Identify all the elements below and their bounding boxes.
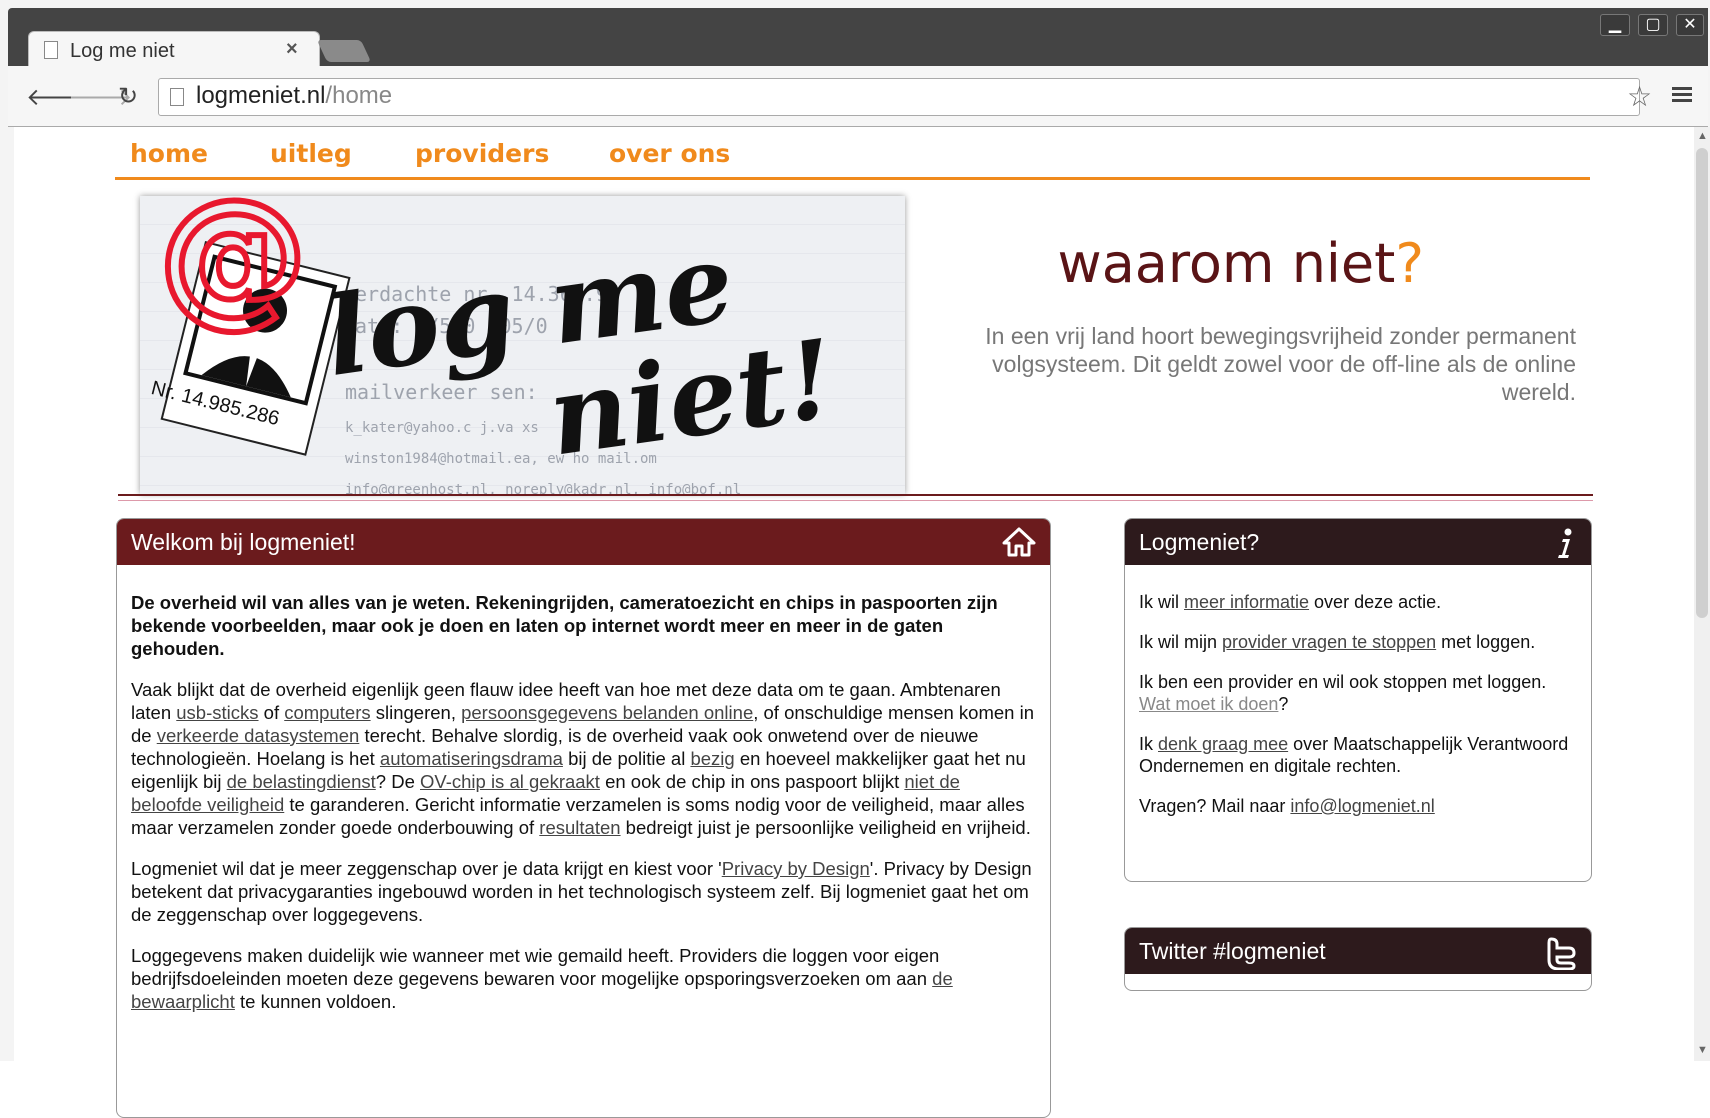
link-bezig[interactable]: bezig [690, 748, 734, 769]
site-nav: home uitleg providers over ons [115, 127, 1590, 180]
tab-close-icon[interactable]: × [286, 38, 298, 61]
side-item: Vragen? Mail naar info@logmeniet.nl [1139, 796, 1435, 816]
nav-over-ons[interactable]: over ons [609, 139, 730, 168]
reload-button[interactable]: ↻ [113, 82, 143, 111]
intro-text: De overheid wil van alles van je weten. … [131, 592, 998, 659]
link-denk-graag-mee[interactable]: denk graag mee [1158, 734, 1288, 754]
side-item: Ik wil meer informatie over deze actie. [1139, 592, 1442, 612]
side-item: Ik wil mijn provider vragen te stoppen m… [1139, 632, 1536, 652]
link-ov-chip[interactable]: OV-chip is al gekraakt [420, 771, 600, 792]
paragraph: Vaak blijkt dat de overheid eigenlijk ge… [131, 679, 1034, 838]
close-window-button[interactable]: ✕ [1676, 14, 1704, 36]
twitter-panel-header: Twitter #logmeniet [1125, 928, 1591, 974]
twitter-panel-title: Twitter #logmeniet [1139, 938, 1326, 964]
logmeniet-panel-title: Logmeniet? [1139, 529, 1260, 555]
bookmark-star-icon[interactable]: ☆ [1627, 80, 1652, 113]
side-item: Ik ben een provider en wil ook stoppen m… [1139, 672, 1547, 714]
url-path: /home [325, 82, 393, 109]
maximize-button[interactable]: ▢ [1638, 14, 1668, 36]
nav-providers[interactable]: providers [415, 139, 549, 168]
link-resultaten[interactable]: resultaten [539, 817, 620, 838]
side-item: Ik denk graag mee over Maatschappelijk V… [1139, 734, 1569, 776]
link-email[interactable]: info@logmeniet.nl [1290, 796, 1434, 816]
scroll-up-icon[interactable]: ▲ [1697, 130, 1708, 142]
welcome-panel-title: Welkom bij logmeniet! [131, 529, 356, 555]
minimize-button[interactable]: ▁ [1600, 14, 1630, 36]
menu-icon[interactable] [1672, 84, 1692, 105]
logo-graphic: @ Nr. 14.985.286 log me niet! [149, 196, 842, 481]
nav-uitleg[interactable]: uitleg [270, 139, 352, 168]
url-host: logmeniet.nl [196, 82, 326, 109]
scrollbar-thumb[interactable] [1696, 148, 1708, 618]
logmeniet-panel-body: Ik wil meer informatie over deze actie. … [1139, 591, 1577, 835]
link-provider-vragen[interactable]: provider vragen te stoppen [1222, 632, 1436, 652]
at-sign-logo: @ [158, 196, 308, 342]
tagline-heading: waarom niet? [1057, 232, 1424, 295]
logo-banner[interactable]: erdachte nr. 14.365.9 ata: 0/5/0 /05/0 m… [140, 196, 905, 494]
header-divider [118, 494, 1593, 501]
link-belastingdienst[interactable]: de belastingdienst [227, 771, 376, 792]
welcome-panel: Welkom bij logmeniet! De overheid wil va… [116, 518, 1051, 1118]
nav-home[interactable]: home [130, 139, 208, 168]
twitter-icon [1547, 937, 1576, 970]
link-automatiseringsdrama[interactable]: automatiseringsdrama [380, 748, 563, 769]
twitter-panel: Twitter #logmeniet [1124, 927, 1592, 991]
link-persoonsgegevens[interactable]: persoonsgegevens belanden online [461, 702, 753, 723]
home-icon [1002, 527, 1036, 557]
link-wat-moet-ik-doen[interactable]: Wat moet ik doen [1139, 694, 1278, 714]
url-text[interactable]: logmeniet.nl/home [196, 82, 392, 110]
link-verkeerde-datasystemen[interactable]: verkeerde datasystemen [157, 725, 360, 746]
logmeniet-panel: Logmeniet? Ik wil meer informatie over d… [1124, 518, 1592, 882]
logmeniet-panel-header: Logmeniet? [1125, 519, 1591, 565]
scroll-down-icon[interactable]: ▼ [1697, 1044, 1708, 1056]
link-meer-informatie[interactable]: meer informatie [1184, 592, 1309, 612]
link-usb-sticks[interactable]: usb-sticks [176, 702, 258, 723]
welcome-panel-header: Welkom bij logmeniet! [117, 519, 1050, 565]
tagline-text: In een vrij land hoort bewegingsvrijheid… [985, 323, 1576, 405]
back-button[interactable]: 🡐 [26, 82, 90, 112]
forward-button[interactable]: 🡒 [68, 82, 132, 112]
page-icon [170, 88, 184, 106]
info-icon [1558, 528, 1572, 558]
page-icon [44, 41, 58, 59]
tab-title: Log me niet [70, 40, 175, 62]
link-computers[interactable]: computers [284, 702, 370, 723]
paragraph: Logmeniet wil dat je meer zeggenschap ov… [131, 858, 1032, 925]
link-privacy-by-design[interactable]: Privacy by Design [722, 858, 870, 879]
welcome-panel-body: De overheid wil van alles van je weten. … [131, 591, 1036, 1031]
paragraph: Loggegevens maken duidelijk wie wanneer … [131, 945, 953, 1012]
